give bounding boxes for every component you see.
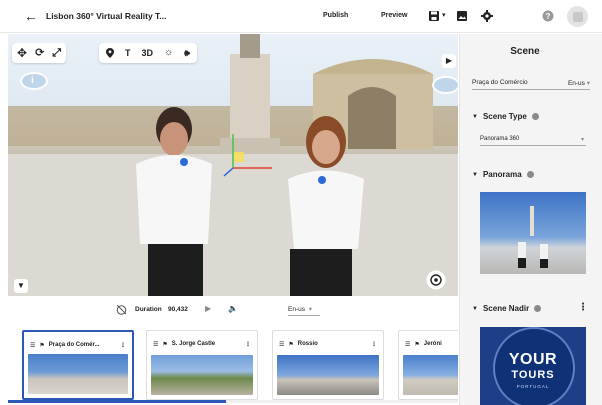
project-title: Lisbon 360° Virtual Reality T...	[46, 11, 167, 21]
volume-icon[interactable]: 🔈	[228, 304, 238, 313]
transform-toolbar: ✥ ⟳ ⤢	[12, 43, 67, 63]
scene-card-header: ☰ ⚑ S. Jorge Castle ⋮	[153, 338, 251, 350]
scene-language-value: En-us	[567, 80, 585, 87]
info-icon[interactable]	[531, 113, 539, 120]
play-icon[interactable]: ▶	[205, 304, 211, 313]
scene-card-name: S. Jorge Castle	[171, 341, 216, 347]
scene-strip-scrollbar[interactable]	[8, 400, 458, 403]
scene-strip: ☰ ⚑ Praça do Comér... ⋮ ☰ ⚑ S. Jorge Cas…	[8, 324, 458, 402]
collapse-caret-icon: ▼	[472, 113, 478, 120]
nadir-image[interactable]: YOUR TOURS PORTUGAL	[480, 327, 586, 405]
chevron-down-icon: ▾	[308, 306, 313, 313]
drag-handle-icon[interactable]: ☰	[30, 342, 35, 349]
scene-type-select[interactable]: Panorama 360 ▾	[480, 136, 586, 146]
chevron-down-icon: ▾	[586, 80, 590, 87]
scene-card-thumbnail	[151, 355, 253, 395]
info-icon[interactable]	[534, 305, 542, 312]
top-bar: ← Lisbon 360° Virtual Reality T... Publi…	[0, 0, 602, 33]
avatar[interactable]	[567, 6, 588, 27]
panorama-thumbnail-figures	[518, 206, 548, 268]
nadir-logo-line2: TOURS	[511, 369, 555, 381]
info-icon[interactable]	[526, 171, 534, 178]
sound-icon[interactable]: 🕪	[184, 43, 190, 63]
sun-icon[interactable]: ☼	[164, 43, 173, 63]
scene-card-thumbnail	[28, 354, 128, 394]
scene-card-name: Praça do Comér...	[48, 342, 100, 348]
scene-card[interactable]: ☰ ⚑ S. Jorge Castle ⋮	[146, 330, 258, 400]
scene-name-value: Praça do Comércio	[472, 79, 528, 86]
scale-icon[interactable]: ⤢	[52, 43, 61, 63]
scene-card-name: Rossio	[297, 341, 318, 347]
language-value: En-us	[288, 306, 305, 313]
scene-card[interactable]: ☰ ⚑ Jeróni	[398, 330, 458, 400]
scene-card-thumbnail	[277, 355, 379, 395]
scene-type-value: Panorama 360	[480, 136, 520, 142]
language-select[interactable]: En-us ▾	[288, 305, 320, 316]
publish-button[interactable]: Publish	[323, 12, 348, 19]
text-tool[interactable]: T	[125, 43, 131, 63]
save-dropdown-caret-icon[interactable]: ▾	[442, 11, 446, 19]
panorama-label: Panorama	[482, 170, 522, 179]
panorama-thumbnail[interactable]	[480, 192, 586, 274]
scene-properties-panel: Scene Praça do Comércio En-us ▾ ▼ Scene …	[459, 34, 602, 405]
more-options-icon[interactable]: ⋮	[120, 342, 126, 349]
scene-type-section-header[interactable]: ▼ Scene Type	[472, 112, 539, 121]
rotate-icon[interactable]: ⟳	[35, 43, 44, 63]
nadir-more-options-icon[interactable]: ⋮	[578, 302, 588, 313]
scene-card-thumbnail	[403, 355, 458, 395]
panorama-scene	[8, 34, 458, 296]
panorama-section-header[interactable]: ▼ Panorama	[472, 170, 534, 179]
save-icon[interactable]	[428, 10, 440, 22]
recenter-icon[interactable]	[426, 270, 446, 290]
chevron-down-icon: ▾	[580, 137, 584, 143]
collapse-toggle-icon[interactable]: ▼	[14, 279, 28, 293]
nadir-logo-line3: PORTUGAL	[516, 384, 550, 389]
timer-off-icon[interactable]	[116, 304, 127, 315]
back-arrow-icon[interactable]: ←	[24, 9, 38, 23]
scene-card-header: ☰ ⚑ Praça do Comér... ⋮	[30, 339, 126, 351]
scene-card[interactable]: ☰ ⚑ Rossio ⋮	[272, 330, 384, 400]
next-scene-arrow-icon[interactable]: ▶	[442, 54, 456, 68]
navigation-hotspot-icon[interactable]	[432, 76, 458, 94]
pin-icon[interactable]	[106, 48, 114, 58]
drag-handle-icon[interactable]: ☰	[405, 341, 410, 348]
panel-title: Scene	[510, 46, 540, 57]
panorama-viewer[interactable]: ✥ ⟳ ⤢ T 3D ☼ 🕪 i ▶ ▼	[8, 34, 458, 296]
add-element-toolbar: T 3D ☼ 🕪	[99, 43, 197, 63]
scene-card-header: ☰ ⚑ Jeróni	[405, 338, 458, 350]
scrollbar-thumb[interactable]	[8, 400, 226, 403]
drag-handle-icon[interactable]: ☰	[153, 341, 158, 348]
scene-nadir-section-header[interactable]: ▼ Scene Nadir	[472, 304, 542, 313]
scene-card[interactable]: ☰ ⚑ Praça do Comér... ⋮	[22, 330, 134, 400]
image-icon[interactable]	[456, 10, 468, 22]
duration-value[interactable]: 90,432	[168, 306, 188, 313]
duration-label: Duration	[135, 306, 162, 313]
scene-nadir-label: Scene Nadir	[482, 304, 530, 313]
flag-icon: ⚑	[288, 341, 294, 348]
3d-tool[interactable]: 3D	[142, 43, 154, 63]
info-hotspot-icon[interactable]: i	[20, 72, 48, 90]
gear-icon[interactable]	[481, 10, 493, 22]
help-icon[interactable]: ?	[542, 10, 554, 22]
more-options-icon[interactable]: ⋮	[245, 341, 251, 348]
scene-language-select[interactable]: En-us ▾	[568, 79, 590, 87]
scene-card-header: ☰ ⚑ Rossio ⋮	[279, 338, 377, 350]
move-icon[interactable]: ✥	[17, 43, 27, 63]
collapse-caret-icon: ▼	[472, 171, 478, 178]
nadir-logo-line1: YOUR	[508, 351, 558, 368]
scene-type-label: Scene Type	[482, 112, 527, 121]
preview-button[interactable]: Preview	[381, 12, 407, 19]
collapse-caret-icon: ▼	[472, 305, 478, 312]
scene-name-field[interactable]: Praça do Comércio En-us ▾	[472, 79, 590, 90]
svg-text:?: ?	[546, 12, 551, 21]
avatar-icon	[572, 11, 583, 22]
more-options-icon[interactable]: ⋮	[371, 341, 377, 348]
drag-handle-icon[interactable]: ☰	[279, 341, 284, 348]
flag-icon: ⚑	[39, 342, 45, 349]
scene-card-name: Jeróni	[423, 341, 442, 347]
duration-bar: Duration 90,432 ▶ 🔈 En-us ▾	[8, 296, 458, 324]
flag-icon: ⚑	[162, 341, 168, 348]
flag-icon: ⚑	[414, 341, 420, 348]
